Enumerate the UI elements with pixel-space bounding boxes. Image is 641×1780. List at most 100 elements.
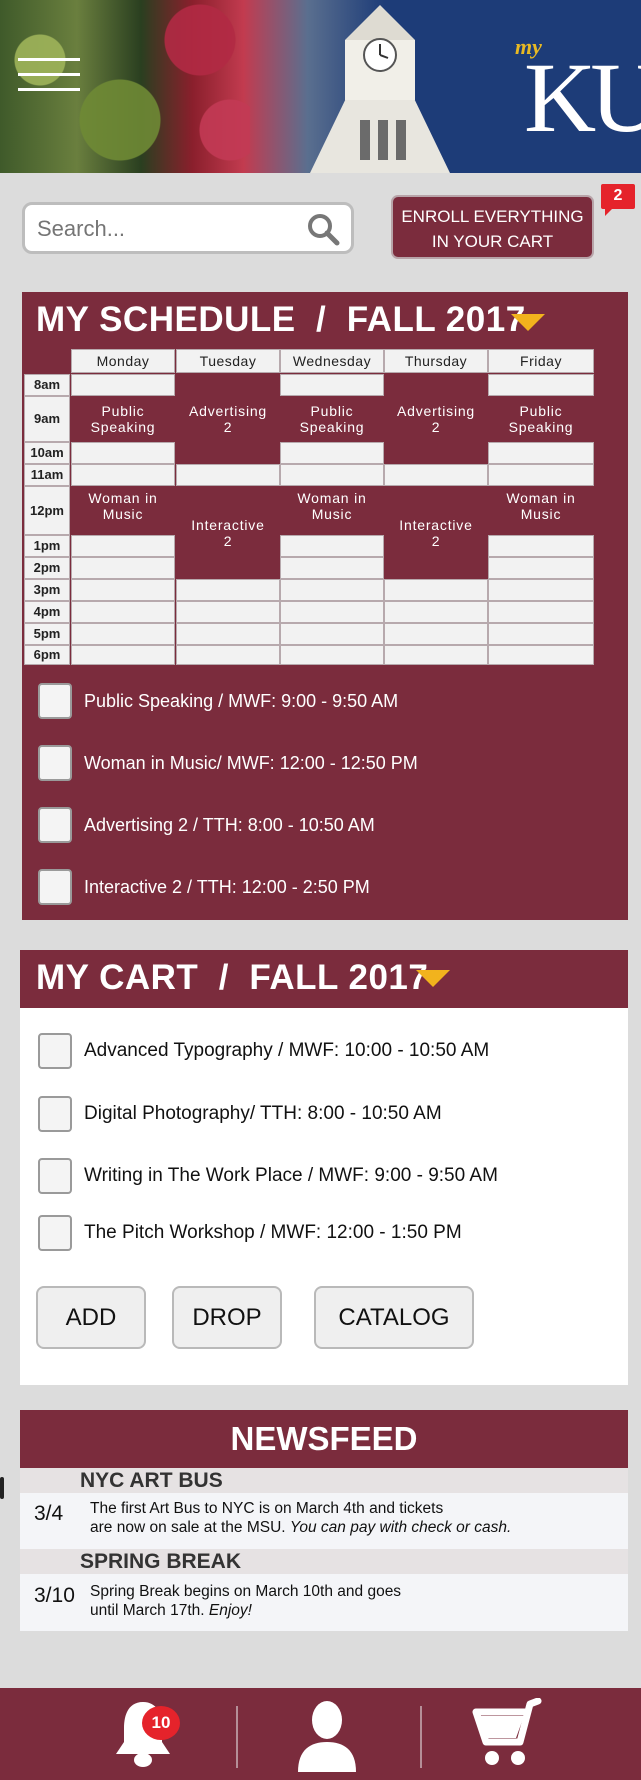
course-block-interactive-tue[interactable]: Interactive 2 — [176, 486, 280, 579]
schedule-course-item[interactable]: Public Speaking / MWF: 9:00 - 9:50 AM — [38, 682, 398, 720]
news-text-line: The first Art Bus to NYC is on March 4th… — [90, 1500, 444, 1517]
course-block-public-speaking-wed[interactable]: Public Speaking — [280, 396, 384, 442]
drop-button[interactable]: DROP — [172, 1286, 282, 1349]
course-block-advertising-thu[interactable]: Advertising 2 — [384, 374, 488, 464]
nav-divider — [420, 1706, 422, 1768]
slot[interactable] — [488, 557, 594, 579]
slot[interactable] — [488, 579, 594, 601]
search-icon[interactable] — [305, 211, 341, 247]
logo-ku-text: KU — [524, 42, 641, 153]
slot[interactable] — [176, 579, 280, 601]
slot[interactable] — [280, 645, 384, 665]
enroll-label-line2: IN YOUR CART — [431, 232, 554, 251]
course-block-line: 2 — [223, 532, 233, 549]
slot[interactable] — [280, 623, 384, 645]
cart-checkbox[interactable] — [38, 1158, 72, 1194]
course-block-advertising-tue[interactable]: Advertising 2 — [176, 374, 280, 464]
course-block-public-speaking-mon[interactable]: Public Speaking — [71, 396, 175, 442]
slot[interactable] — [71, 557, 175, 579]
search-input[interactable] — [37, 214, 287, 244]
cart-item[interactable]: Advanced Typography / MWF: 10:00 - 10:50… — [38, 1032, 489, 1070]
notification-count-badge: 10 — [142, 1706, 180, 1740]
cart-checkbox[interactable] — [38, 1215, 72, 1251]
slot[interactable] — [71, 464, 175, 486]
time-3pm: 3pm — [24, 579, 70, 601]
slot[interactable] — [488, 535, 594, 557]
cart-checkbox[interactable] — [38, 1096, 72, 1132]
profile-icon[interactable] — [294, 1698, 360, 1772]
slot[interactable] — [384, 601, 488, 623]
course-block-interactive-thu[interactable]: Interactive 2 — [384, 486, 488, 579]
schedule-course-label: Woman in Music/ MWF: 12:00 - 12:50 PM — [84, 752, 418, 773]
slot[interactable] — [176, 601, 280, 623]
course-block-line: Music — [520, 506, 562, 522]
schedule-course-item[interactable]: Advertising 2 / TTH: 8:00 - 10:50 AM — [38, 806, 375, 844]
course-block-woman-in-music-wed[interactable]: Woman in Music — [280, 486, 384, 535]
slot[interactable] — [384, 464, 488, 486]
news-item-title[interactable]: SPRING BREAK — [80, 1549, 241, 1574]
cart-dropdown-icon[interactable] — [416, 970, 450, 987]
catalog-button[interactable]: CATALOG — [314, 1286, 474, 1349]
course-checkbox[interactable] — [38, 807, 72, 843]
slot[interactable] — [488, 601, 594, 623]
slot[interactable] — [71, 442, 175, 464]
cart-item[interactable]: Digital Photography/ TTH: 8:00 - 10:50 A… — [38, 1095, 442, 1133]
schedule-dropdown-icon[interactable] — [511, 314, 545, 331]
slot[interactable] — [488, 623, 594, 645]
time-10am: 10am — [24, 442, 70, 464]
bottom-nav — [0, 1688, 641, 1780]
slot[interactable] — [280, 535, 384, 557]
slot[interactable] — [71, 645, 175, 665]
add-button[interactable]: ADD — [36, 1286, 146, 1349]
slot[interactable] — [71, 601, 175, 623]
course-checkbox[interactable] — [38, 683, 72, 719]
course-block-woman-in-music-mon[interactable]: Woman in Music — [71, 486, 175, 535]
cart-item[interactable]: The Pitch Workshop / MWF: 12:00 - 1:50 P… — [38, 1214, 462, 1252]
slot[interactable] — [280, 442, 384, 464]
course-checkbox[interactable] — [38, 745, 72, 781]
slot[interactable] — [71, 623, 175, 645]
cart-checkbox[interactable] — [38, 1033, 72, 1069]
my-schedule-panel: MY SCHEDULE / FALL 2017 Monday Tuesday W… — [22, 292, 628, 920]
slot[interactable] — [71, 535, 175, 557]
scroll-indicator[interactable] — [0, 1477, 4, 1499]
slot[interactable] — [384, 645, 488, 665]
course-block-line: Woman in — [88, 490, 158, 506]
time-9am: 9am — [24, 396, 70, 442]
schedule-course-item[interactable]: Interactive 2 / TTH: 12:00 - 2:50 PM — [38, 868, 370, 906]
schedule-course-item[interactable]: Woman in Music/ MWF: 12:00 - 12:50 PM — [38, 744, 418, 782]
slot[interactable] — [176, 464, 280, 486]
slot[interactable] — [176, 623, 280, 645]
news-item-header: NYC ART BUS — [20, 1468, 628, 1493]
cart-item[interactable]: Writing in The Work Place / MWF: 9:00 - … — [38, 1157, 498, 1195]
slot[interactable] — [176, 645, 280, 665]
time-2pm: 2pm — [24, 557, 70, 579]
time-12pm: 12pm — [24, 486, 70, 535]
slot[interactable] — [280, 579, 384, 601]
slot[interactable] — [384, 579, 488, 601]
course-block-line: 2 — [431, 532, 441, 549]
enroll-all-button[interactable]: ENROLL EVERYTHING IN YOUR CART — [391, 195, 594, 259]
slot[interactable] — [488, 645, 594, 665]
hamburger-menu-icon[interactable] — [18, 58, 80, 98]
slot[interactable] — [280, 464, 384, 486]
slot[interactable] — [280, 374, 384, 396]
news-item-title[interactable]: NYC ART BUS — [80, 1468, 223, 1493]
slot[interactable] — [71, 579, 175, 601]
slot[interactable] — [488, 442, 594, 464]
course-block-line: Interactive — [191, 516, 265, 533]
news-item-date: 3/10 — [34, 1584, 75, 1607]
slot[interactable] — [280, 601, 384, 623]
news-text-plain: until March 17th. — [90, 1602, 209, 1619]
course-block-public-speaking-fri[interactable]: Public Speaking — [488, 396, 594, 442]
slot[interactable] — [280, 557, 384, 579]
slot[interactable] — [71, 374, 175, 396]
slot[interactable] — [384, 623, 488, 645]
cart-icon[interactable] — [472, 1698, 542, 1770]
course-checkbox[interactable] — [38, 869, 72, 905]
slot[interactable] — [488, 374, 594, 396]
course-block-woman-in-music-fri[interactable]: Woman in Music — [488, 486, 594, 535]
slot[interactable] — [488, 464, 594, 486]
cart-header: MY CART / FALL 2017 — [20, 950, 628, 1008]
course-block-line: Public — [519, 403, 563, 419]
